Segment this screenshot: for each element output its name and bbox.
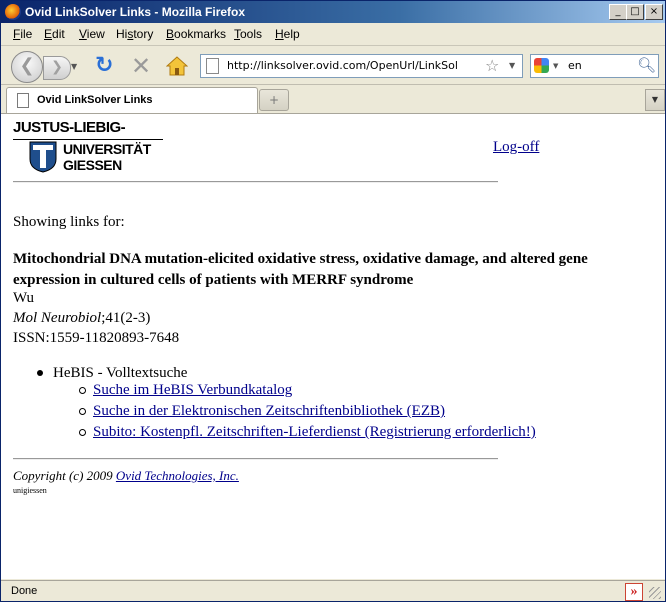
url-bar[interactable]: http://linksolver.ovid.com/OpenUrl/LinkS…	[200, 54, 523, 78]
menu-edit[interactable]: Edit	[44, 27, 65, 41]
link-group-label: HeBIS - Volltextsuche	[53, 365, 188, 381]
status-text: Done	[11, 585, 38, 597]
reload-icon[interactable]: ↻	[95, 55, 113, 77]
search-icon[interactable]: 🔍︎	[637, 56, 656, 74]
home-icon[interactable]	[166, 56, 188, 76]
bullet-circle-icon	[79, 387, 86, 394]
divider	[13, 181, 498, 183]
logo-line-3: GIESSEN	[63, 157, 122, 173]
showing-label: Showing links for:	[13, 214, 125, 230]
tab-label: Ovid LinkSolver Links	[37, 94, 153, 106]
tab-strip: Ovid LinkSolver Links + ▼	[1, 85, 665, 114]
tab-page-icon	[17, 93, 29, 108]
article-author: Wu	[13, 290, 35, 306]
bullet-circle-icon	[79, 408, 86, 415]
browser-window: Ovid LinkSolver Links - Mozilla Firefox …	[0, 0, 666, 602]
url-dropdown-icon[interactable]: ▼	[509, 61, 515, 70]
footer-small-text: unigiessen	[13, 486, 47, 495]
page-icon	[206, 58, 219, 74]
page-content: JUSTUS-LIEBIG- UNIVERSITÄT GIESSEN Log-o…	[1, 114, 665, 579]
history-dropdown-icon[interactable]: ▼	[71, 62, 77, 71]
logo-line-2: UNIVERSITÄT	[63, 141, 151, 157]
article-issn: ISSN:1559-11820893-7648	[13, 330, 180, 346]
window-title: Ovid LinkSolver Links - Mozilla Firefox	[25, 5, 246, 19]
journal-citation: ;41(2-3)	[101, 310, 151, 326]
google-icon[interactable]	[534, 58, 549, 73]
ovid-link[interactable]: Ovid Technologies, Inc.	[116, 468, 239, 483]
new-tab-button[interactable]: +	[259, 89, 289, 111]
copyright: Copyright (c) 2009 Ovid Technologies, In…	[13, 468, 239, 484]
back-button[interactable]: ❮	[11, 51, 43, 83]
forward-arrow-icon: ❯	[51, 59, 63, 75]
url-text: http://linksolver.ovid.com/OpenUrl/LinkS…	[227, 59, 457, 72]
status-bar: Done »	[1, 580, 665, 601]
shield-logo-icon	[29, 141, 57, 173]
menu-tools[interactable]: Tools	[234, 27, 262, 41]
tab-list-dropdown-icon[interactable]: ▼	[645, 89, 665, 111]
close-button[interactable]: ×	[645, 4, 663, 20]
divider	[13, 458, 498, 460]
stop-icon[interactable]: ✕	[131, 54, 151, 78]
forward-button[interactable]: ❯	[43, 56, 71, 80]
copyright-text: Copyright (c) 2009	[13, 468, 116, 483]
addon-quote-icon[interactable]: »	[625, 583, 643, 601]
menu-view[interactable]: View	[79, 27, 105, 41]
tab-ovid-linksolver[interactable]: Ovid LinkSolver Links	[6, 87, 258, 113]
menu-file[interactable]: File	[13, 27, 32, 41]
link-hebis-katalog[interactable]: Suche im HeBIS Verbundkatalog	[93, 382, 292, 399]
resize-grip-icon[interactable]	[649, 587, 661, 599]
link-ezb[interactable]: Suche in der Elektronischen Zeitschrifte…	[93, 403, 445, 420]
menu-bar: File Edit View History Bookmarks Tools H…	[1, 23, 665, 46]
menu-bookmarks[interactable]: Bookmarks	[166, 27, 226, 41]
article-title: Mitochondrial DNA mutation-elicited oxid…	[13, 251, 588, 288]
minimize-button[interactable]: _	[609, 4, 627, 20]
bullet-disc-icon	[37, 370, 43, 376]
menu-help[interactable]: Help	[275, 27, 300, 41]
search-engine-dropdown-icon[interactable]: ▼	[553, 62, 558, 70]
logoff-link[interactable]: Log-off	[493, 139, 539, 156]
journal-name: Mol Neurobiol	[13, 310, 102, 326]
article-journal: Mol Neurobiol;41(2-3)	[13, 310, 150, 327]
bookmark-star-icon[interactable]: ☆	[485, 56, 499, 75]
firefox-icon	[5, 4, 21, 20]
menu-history[interactable]: History	[116, 27, 153, 41]
search-box[interactable]: ▼ en 🔍︎	[530, 54, 659, 78]
link-subito[interactable]: Subito: Kostenpfl. Zeitschriften-Lieferd…	[93, 424, 536, 441]
university-logo: JUSTUS-LIEBIG- UNIVERSITÄT GIESSEN	[13, 119, 168, 177]
search-input[interactable]: en	[568, 59, 582, 72]
bullet-circle-icon	[79, 429, 86, 436]
maximize-button[interactable]: □	[626, 4, 644, 20]
logo-rule	[13, 139, 163, 140]
logo-line-1: JUSTUS-LIEBIG-	[13, 119, 126, 136]
title-bar: Ovid LinkSolver Links - Mozilla Firefox …	[1, 1, 665, 23]
navigation-toolbar: ❮ ❯ ▼ ↻ ✕ http://linksolver.ovid.com/Ope…	[1, 46, 665, 85]
back-arrow-icon: ❮	[19, 55, 35, 76]
